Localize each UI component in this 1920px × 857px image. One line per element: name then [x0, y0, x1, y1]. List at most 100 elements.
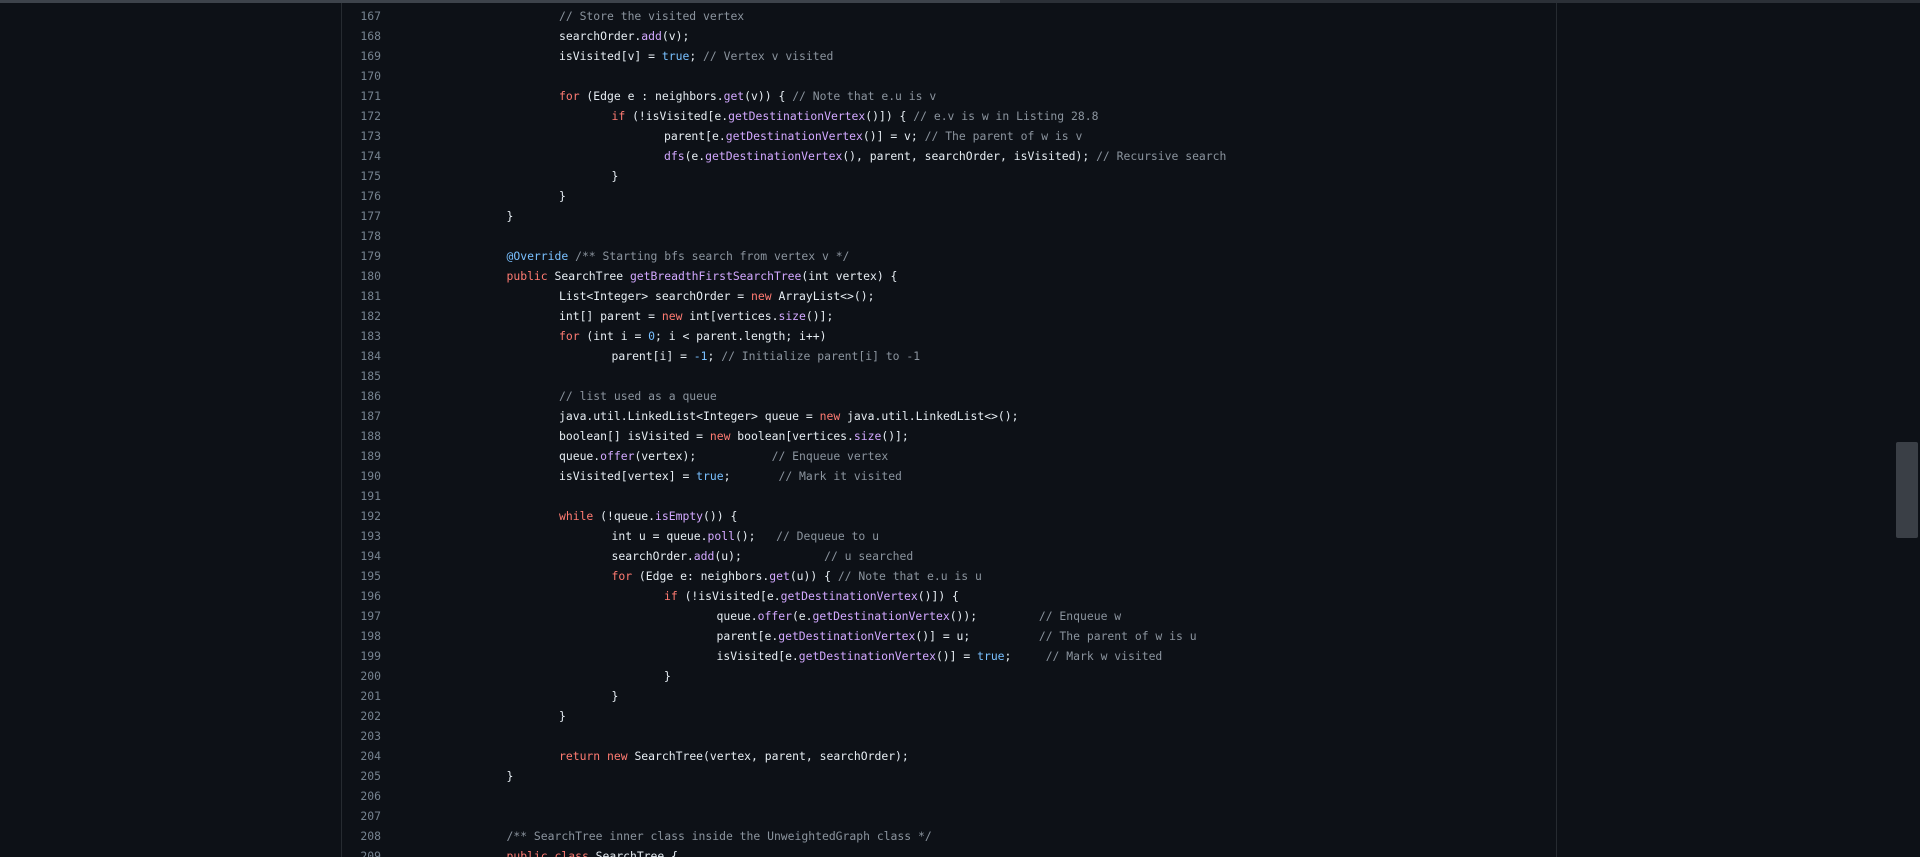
code-line[interactable]: 169 isVisited[v] = true; // Vertex v visi…	[342, 46, 1556, 66]
code-line[interactable]: 205}	[342, 766, 1556, 786]
code-line[interactable]: 199 isVisited[e.getDestinationVertex()] =…	[342, 646, 1556, 666]
code-editor[interactable]: 167 // Store the visited vertex 168 searchO…	[341, 3, 1557, 857]
vertical-scrollbar-thumb[interactable]	[1896, 442, 1918, 538]
code-line[interactable]: 182 int[] parent = new int[vertices.size(…	[342, 306, 1556, 326]
code-token: // Mark it visited	[778, 469, 902, 483]
code-line[interactable]: 201}	[342, 686, 1556, 706]
line-number: 204	[360, 749, 381, 763]
code-token: getDestinationVertex	[798, 649, 936, 663]
code-token: (u);	[714, 549, 825, 563]
code-token: searchOrder.	[611, 549, 694, 563]
code-token: getDestinationVertex	[725, 129, 863, 143]
code-text: boolean[] isVisited = new boolean[vertic…	[559, 426, 909, 446]
code-line[interactable]: 186 // list used as a queue	[342, 386, 1556, 406]
code-token: // Vertex v visited	[703, 49, 834, 63]
code-line[interactable]: 170	[342, 66, 1556, 86]
code-line[interactable]: 168 searchOrder.add(v);	[342, 26, 1556, 46]
code-token: // The parent of w is u	[1038, 629, 1197, 643]
code-line[interactable]: 180 public SearchTree getBreadthFirstSear…	[342, 266, 1556, 286]
code-text: isVisited[vertex] = true; // Mark it vis…	[559, 466, 902, 486]
line-number: 208	[360, 829, 381, 843]
code-token: (), parent, searchOrder, isVisited);	[842, 149, 1097, 163]
code-text: return new SearchTree(vertex, parent, se…	[559, 746, 909, 766]
vertical-scrollbar-track[interactable]	[1896, 3, 1920, 857]
code-token: isEmpty	[655, 509, 704, 523]
code-text: /** SearchTree inner class inside the Un…	[507, 826, 932, 846]
code-text: parent[e.getDestinationVertex()] = u; //…	[717, 626, 1197, 646]
code-line[interactable]: 196 if (!isVisited[e.getDestinationVertex…	[342, 586, 1556, 606]
code-text: public class SearchTree {	[507, 846, 678, 857]
code-line[interactable]: 172 if (!isVisited[e.getDestinationVertex…	[342, 106, 1556, 126]
code-token: ()];	[881, 429, 909, 443]
line-number: 184	[360, 349, 381, 363]
code-line[interactable]: 198 parent[e.getDestinationVertex()] = u;…	[342, 626, 1556, 646]
code-line[interactable]: 174 dfs(e.getDestinationVertex(), parent,…	[342, 146, 1556, 166]
code-line[interactable]: 171 for (Edge e : neighbors.get(v)) { // …	[342, 86, 1556, 106]
code-text: for (Edge e: neighbors.get(u)) { // Note…	[612, 566, 982, 586]
line-number: 189	[360, 449, 381, 463]
code-line[interactable]: 209 public class SearchTree {	[342, 846, 1556, 857]
code-line[interactable]: 194 searchOrder.add(u); // u searched	[342, 546, 1556, 566]
line-number: 172	[360, 109, 381, 123]
code-line[interactable]: 195 for (Edge e: neighbors.get(u)) { // N…	[342, 566, 1556, 586]
code-line[interactable]: 193 int u = queue.poll(); // Dequeue to u	[342, 526, 1556, 546]
code-line[interactable]: 181 List<Integer> searchOrder = new Array…	[342, 286, 1556, 306]
code-text: int[] parent = new int[vertices.size()];	[559, 306, 833, 326]
code-token: java.util.LinkedList<>();	[840, 409, 1019, 423]
code-token: ()] = u;	[915, 629, 1039, 643]
code-token: ;	[1004, 649, 1046, 663]
code-line[interactable]: 167 // Store the visited vertex	[342, 6, 1556, 26]
code-line[interactable]: 188 boolean[] isVisited = new boolean[ver…	[342, 426, 1556, 446]
code-text: }	[507, 206, 514, 226]
code-line[interactable]: 173 parent[e.getDestinationVertex()] = v;…	[342, 126, 1556, 146]
code-line[interactable]: 207	[342, 806, 1556, 826]
code-line[interactable]: 177}	[342, 206, 1556, 226]
code-token: get	[723, 89, 745, 103]
code-line[interactable]: 179 @Override /** Starting bfs search fro…	[342, 246, 1556, 266]
code-token: true	[977, 649, 1005, 663]
line-number: 170	[360, 69, 381, 83]
code-text: dfs(e.getDestinationVertex(), parent, se…	[664, 146, 1226, 166]
line-number: 194	[360, 549, 381, 563]
code-line[interactable]: 208 /** SearchTree inner class inside the…	[342, 826, 1556, 846]
code-line[interactable]: 197 queue.offer(e.getDestinationVertex())…	[342, 606, 1556, 626]
code-token: size	[853, 429, 882, 443]
code-token: for	[559, 89, 580, 103]
code-line[interactable]: 183 for (int i = 0; i < parent.length; i+…	[342, 326, 1556, 346]
code-token: ;	[707, 349, 722, 363]
code-line[interactable]: 204 return new SearchTree(vertex, parent,…	[342, 746, 1556, 766]
code-token: }	[506, 209, 514, 223]
code-line[interactable]: 175}	[342, 166, 1556, 186]
code-token: int[vertices.	[682, 309, 779, 323]
code-line[interactable]: 189 queue.offer(vertex); // Enqueue verte…	[342, 446, 1556, 466]
code-line[interactable]: 200}	[342, 666, 1556, 686]
code-token: return	[559, 749, 601, 763]
code-line[interactable]: 202}	[342, 706, 1556, 726]
code-token: new	[751, 289, 772, 303]
code-token: (Edge e : neighbors.	[579, 89, 724, 103]
code-text: // list used as a queue	[559, 386, 717, 406]
line-number: 179	[360, 249, 381, 263]
code-line[interactable]: 185	[342, 366, 1556, 386]
code-text: // Store the visited vertex	[559, 6, 744, 26]
code-line[interactable]: 203	[342, 726, 1556, 746]
line-number: 199	[360, 649, 381, 663]
code-token: new	[819, 409, 841, 423]
code-token: // Initialize parent[i] to -1	[721, 349, 921, 363]
code-token: isVisited[v] =	[559, 49, 662, 63]
code-line[interactable]: 184 parent[i] = -1; // Initialize parent[…	[342, 346, 1556, 366]
code-line[interactable]: 190 isVisited[vertex] = true; // Mark it …	[342, 466, 1556, 486]
code-token: // Dequeue to u	[776, 529, 879, 543]
code-line[interactable]: 187 java.util.LinkedList<Integer> queue =…	[342, 406, 1556, 426]
line-number: 207	[360, 809, 381, 823]
code-token: ()]) {	[865, 109, 914, 123]
code-line[interactable]: 206	[342, 786, 1556, 806]
code-line[interactable]: 178	[342, 226, 1556, 246]
line-number: 206	[360, 789, 381, 803]
code-line[interactable]: 176}	[342, 186, 1556, 206]
code-token: SearchTree {	[588, 849, 678, 857]
code-line[interactable]: 191	[342, 486, 1556, 506]
code-text: }	[664, 666, 671, 686]
code-line[interactable]: 192 while (!queue.isEmpty()) {	[342, 506, 1556, 526]
line-number: 176	[360, 189, 381, 203]
